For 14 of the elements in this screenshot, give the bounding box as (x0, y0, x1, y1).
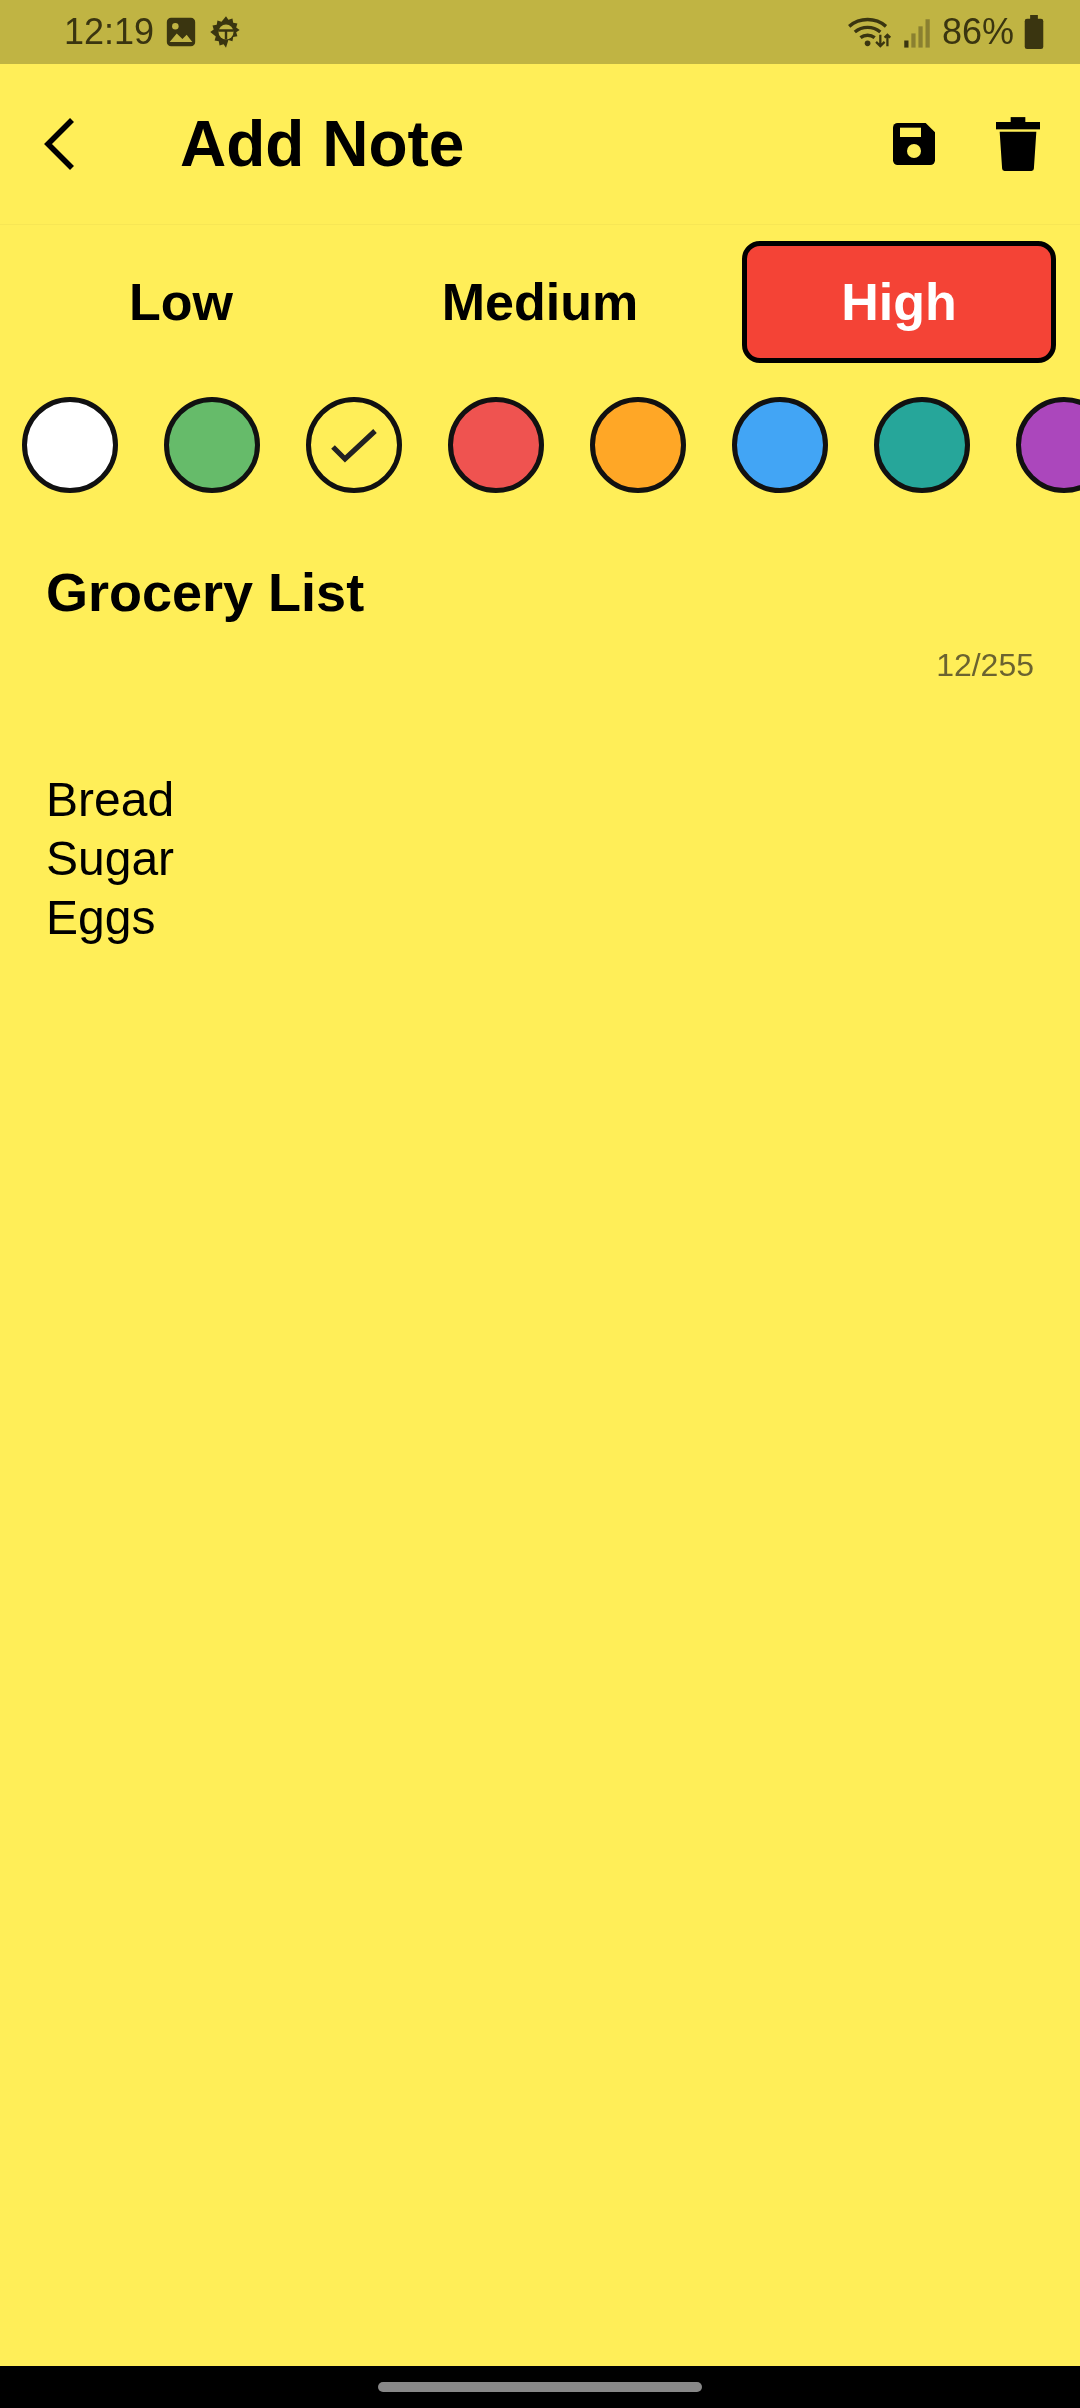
page-title: Add Note (180, 107, 466, 181)
status-time: 12:19 (64, 11, 155, 53)
delete-icon[interactable] (996, 116, 1040, 172)
character-counter: 12/255 (935, 646, 1035, 684)
battery-icon (1024, 15, 1044, 49)
home-handle[interactable] (378, 2382, 702, 2392)
priority-tab[interactable]: Low (24, 241, 338, 363)
battery-percent: 86% (941, 11, 1014, 53)
wifi-icon (845, 15, 892, 49)
priority-tab[interactable]: High (742, 241, 1056, 363)
note-body-field[interactable]: Bread Sugar Eggs (0, 684, 1080, 947)
check-icon (329, 427, 379, 463)
title-field[interactable]: Grocery List (0, 493, 1080, 623)
priority-tab[interactable]: Medium (383, 241, 697, 363)
